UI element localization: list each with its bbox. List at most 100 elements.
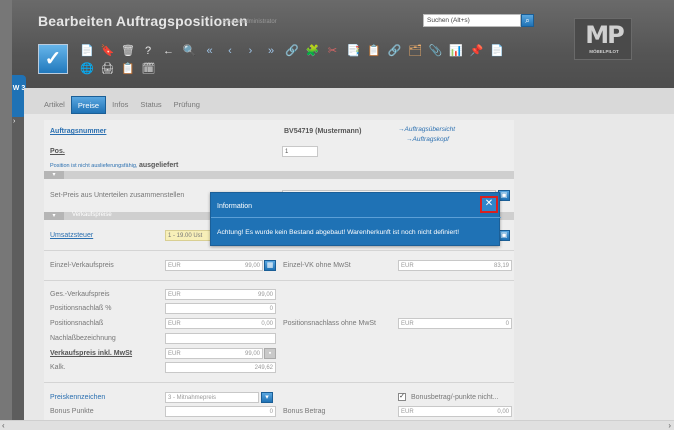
scroll-left-icon[interactable]: ‹ — [2, 421, 5, 430]
calendar-icon[interactable]: 🗓 — [142, 62, 156, 76]
pos-label: Pos. — [50, 148, 65, 155]
einzel-vk-ohne-value: 83,19 — [493, 263, 509, 269]
bonus-betrag-field: EUR 0,00 — [398, 406, 512, 417]
vk-inkl-currency: EUR — [168, 351, 181, 357]
einzel-vk-currency: EUR — [168, 263, 181, 269]
document-icon[interactable]: 📄 — [80, 44, 94, 58]
attach-icon[interactable]: 📎 — [429, 44, 443, 58]
bonus-punkte-field[interactable]: 0 — [165, 406, 276, 417]
search-input[interactable]: Suchen (Alt+s) — [423, 14, 521, 27]
printer-icon[interactable]: 🖨 — [101, 62, 115, 76]
link-icon[interactable]: 🔗 — [285, 44, 299, 58]
bonus-betrag-label: Bonus Betrag — [283, 408, 326, 415]
puzzle-icon[interactable]: 🧩 — [306, 44, 320, 58]
pos-nachlass-field[interactable]: EUR 0,00 — [165, 318, 276, 329]
set-preis-label: Set-Preis aus Unterteilen zusammenstelle… — [50, 192, 185, 199]
bonus-checkbox[interactable]: ✓ — [398, 393, 406, 401]
chain-icon[interactable]: 🔗 — [388, 44, 402, 58]
vk-inkl-value: 99,00 — [244, 351, 260, 357]
pos-field[interactable]: 1 — [282, 146, 318, 157]
bonus-checkbox-label: Bonusbetrag/-punkte nicht... — [411, 394, 499, 401]
pin-icon[interactable]: 📌 — [470, 44, 484, 58]
clipboard-icon[interactable]: 📋 — [367, 44, 381, 58]
globe-icon[interactable]: 🌐 — [80, 62, 94, 76]
prev-icon[interactable]: ‹ — [224, 44, 237, 58]
tab-artikel[interactable]: Artikel — [38, 96, 71, 114]
expand-arrow-icon[interactable]: › — [13, 118, 15, 125]
clipboard-icon[interactable]: 📋 — [121, 62, 135, 76]
vk-inkl-field[interactable]: EUR 99,00 — [165, 348, 263, 359]
section-divider — [44, 171, 514, 179]
tab-status[interactable]: Status — [134, 96, 167, 114]
link-auftragskopf[interactable]: →Auftragskopf — [406, 136, 449, 143]
scroll-right-icon[interactable]: › — [668, 421, 671, 430]
auftragsnummer-label[interactable]: Auftragsnummer — [50, 128, 106, 135]
file-icon[interactable]: 📄 — [490, 44, 504, 58]
position-status: Position ist nicht auslieferungsfähig, a… — [50, 162, 178, 169]
left-rail — [0, 0, 12, 430]
dialog-divider — [211, 217, 501, 218]
pages-icon[interactable]: 📑 — [347, 44, 361, 58]
cut-icon[interactable]: ✂ — [326, 44, 339, 58]
pos-nachlass-label: Positionsnachlaß — [50, 320, 104, 327]
nachlass-bez-field[interactable] — [165, 333, 276, 344]
link-auftragsuebersicht[interactable]: →Auftragsübersicht — [398, 126, 455, 133]
last-icon[interactable]: » — [265, 44, 278, 58]
vk-inkl-button[interactable]: ▪ — [264, 348, 276, 359]
pos-nachlass-pct-label: Positionsnachlaß % — [50, 305, 112, 312]
pos-nachlass-pct-field[interactable]: 0 — [165, 303, 276, 314]
bonus-punkte-label: Bonus Punkte — [50, 408, 94, 415]
divider — [44, 280, 514, 281]
divider — [44, 382, 514, 383]
pos-nachlass-ohne-currency: EUR — [401, 321, 414, 327]
chevron-down-icon[interactable]: ▾ — [261, 392, 273, 403]
preiskennzeichen-select[interactable]: 3 - Mitnahmepreis — [165, 392, 259, 403]
einzel-vk-label: Einzel-Verkaufspreis — [50, 262, 114, 269]
chart-icon[interactable]: 📊 — [449, 44, 463, 58]
einzel-vk-value: 99,00 — [244, 263, 260, 269]
search-icon[interactable]: 🔍 — [183, 44, 197, 58]
tab-preise[interactable]: Preise — [70, 96, 107, 114]
preiskennzeichen-label: Preiskennzeichen — [50, 394, 106, 401]
vk-inkl-label: Verkaufspreis inkl. MwSt — [50, 350, 133, 357]
back-icon[interactable]: ← — [162, 44, 175, 58]
tab-pruefung[interactable]: Prüfung — [168, 96, 206, 114]
pos-nachlass-ohne-field: EUR 0 — [398, 318, 512, 329]
tab-bar: Artikel Preise Infos Status Prüfung — [38, 96, 206, 114]
ges-vk-label: Ges.-Verkaufspreis — [50, 291, 110, 298]
einzel-vk-ohne-currency: EUR — [401, 263, 414, 269]
einzel-vk-ohne-field[interactable]: EUR 83,19 — [398, 260, 512, 271]
logo-subtext: MÖBELPILOT — [589, 49, 619, 54]
confirm-check-icon[interactable]: ✓ — [38, 44, 68, 74]
information-dialog: Information ✕ Achtung! Es wurde kein Bes… — [210, 192, 501, 246]
auftragsnummer-value: BV54719 (Mustermann) — [284, 128, 362, 135]
first-icon[interactable]: « — [203, 44, 216, 58]
divider — [44, 250, 514, 251]
pos-nachlass-ohne-label: Positionsnachlass ohne MwSt — [283, 320, 376, 327]
next-icon[interactable]: › — [244, 44, 257, 58]
folder-icon[interactable]: 🗂 — [408, 44, 422, 58]
verkaufspreise-toggle-icon[interactable]: ▾ — [44, 212, 64, 220]
pos-nachlass-currency: EUR — [168, 321, 181, 327]
calculator-icon[interactable]: ▦ — [264, 260, 276, 271]
trash-icon[interactable]: 🗑 — [121, 44, 135, 58]
bonus-betrag-value: 0,00 — [497, 409, 509, 415]
collapse-toggle-icon[interactable]: ▾ — [44, 171, 64, 179]
dialog-title: Information — [217, 203, 253, 210]
page-title: Bearbeiten Auftragspositionen — [38, 13, 248, 29]
umsatzsteuer-label[interactable]: Umsatzsteuer — [50, 232, 93, 239]
logo-mark: MP — [585, 21, 624, 49]
tab-infos[interactable]: Infos — [106, 96, 134, 114]
bookmark-icon[interactable]: 🔖 — [101, 44, 115, 58]
umsatzsteuer-field[interactable]: 1 - 19.00 Ust — [165, 230, 215, 241]
pos-nachlass-ohne-value: 0 — [505, 321, 509, 327]
help-icon[interactable]: ? — [142, 44, 155, 58]
ges-vk-currency: EUR — [168, 292, 181, 298]
einzel-vk-ohne-label: Einzel-VK ohne MwSt — [283, 262, 351, 269]
dialog-message: Achtung! Es wurde kein Bestand abgebaut!… — [217, 229, 460, 236]
einzel-vk-field[interactable]: EUR 99,00 — [165, 260, 263, 271]
close-icon[interactable]: ✕ — [480, 196, 498, 213]
search-button[interactable]: ⌕ — [521, 14, 534, 27]
ges-vk-value: 99,00 — [257, 292, 273, 298]
horizontal-scrollbar[interactable]: ‹ › — [0, 420, 674, 430]
